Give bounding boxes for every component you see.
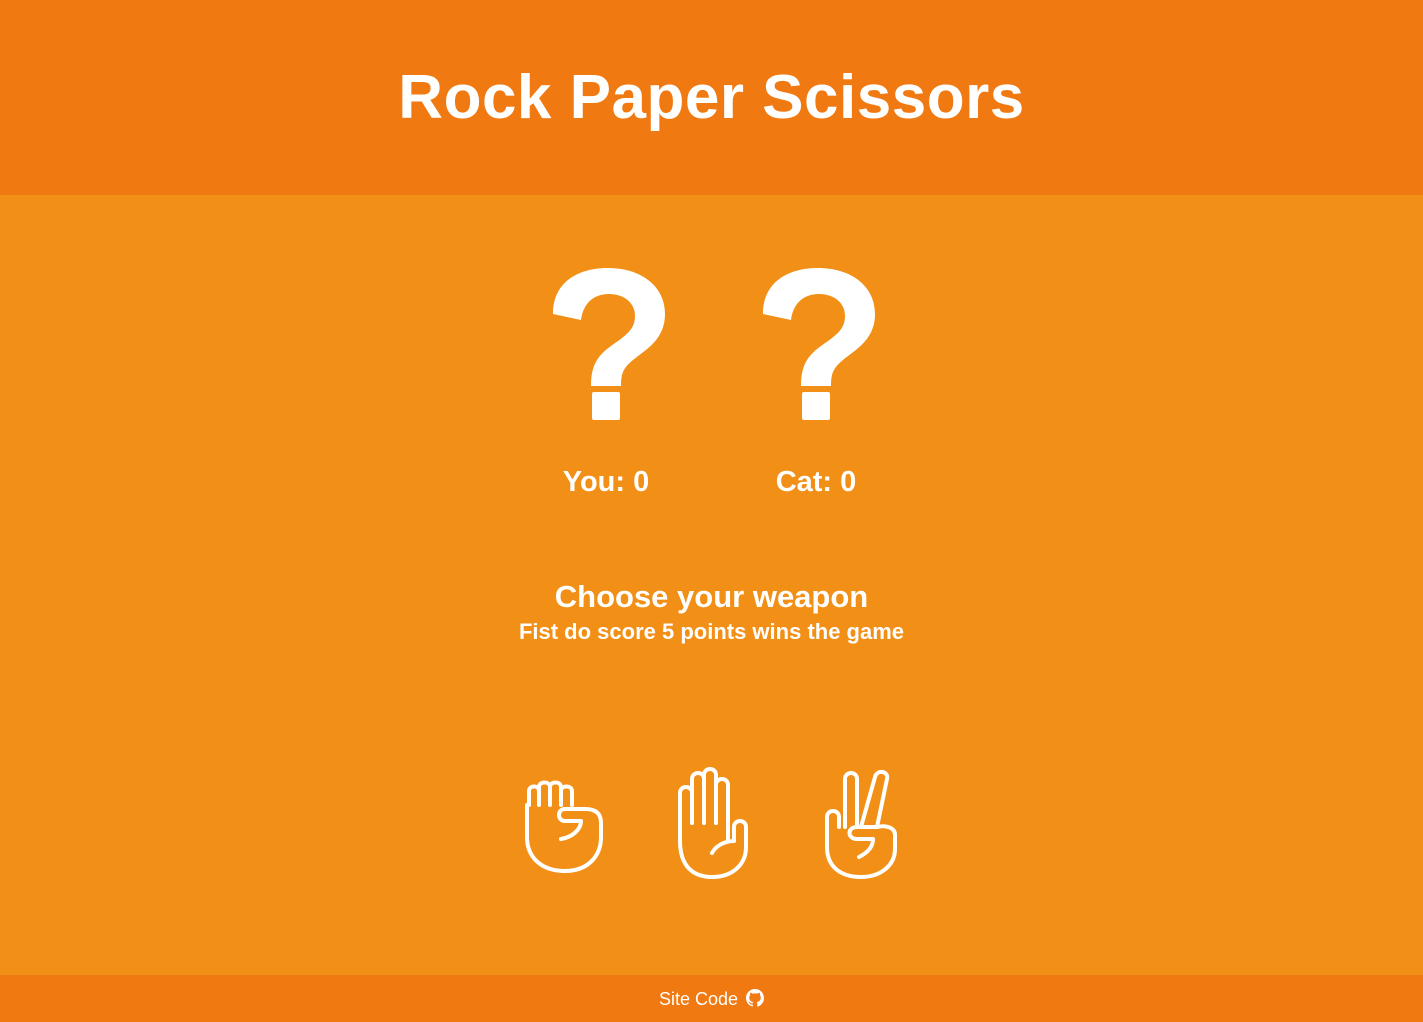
- open-hand-icon: [678, 767, 748, 879]
- victory-hand-icon: [825, 770, 897, 879]
- site-code-label: Site Code: [658, 989, 739, 1009]
- rock-button[interactable]: [519, 765, 609, 883]
- player-choice-question-mark-icon: [543, 262, 673, 432]
- cat-choice-question-mark-icon: [753, 262, 883, 432]
- page-title: Rock Paper Scissors: [398, 63, 1025, 132]
- choose-weapon-heading: Choose your weapon: [554, 579, 869, 614]
- scissors-button[interactable]: [817, 765, 907, 883]
- player-score: You: 0: [562, 466, 650, 498]
- github-icon: [746, 989, 765, 1012]
- rules-subheading: Fist do score 5 points wins the game: [518, 619, 905, 644]
- fist-icon: [525, 780, 603, 873]
- cat-score: Cat: 0: [775, 466, 857, 498]
- site-code-link[interactable]: Site Code: [0, 988, 1423, 1012]
- paper-button[interactable]: [668, 765, 758, 883]
